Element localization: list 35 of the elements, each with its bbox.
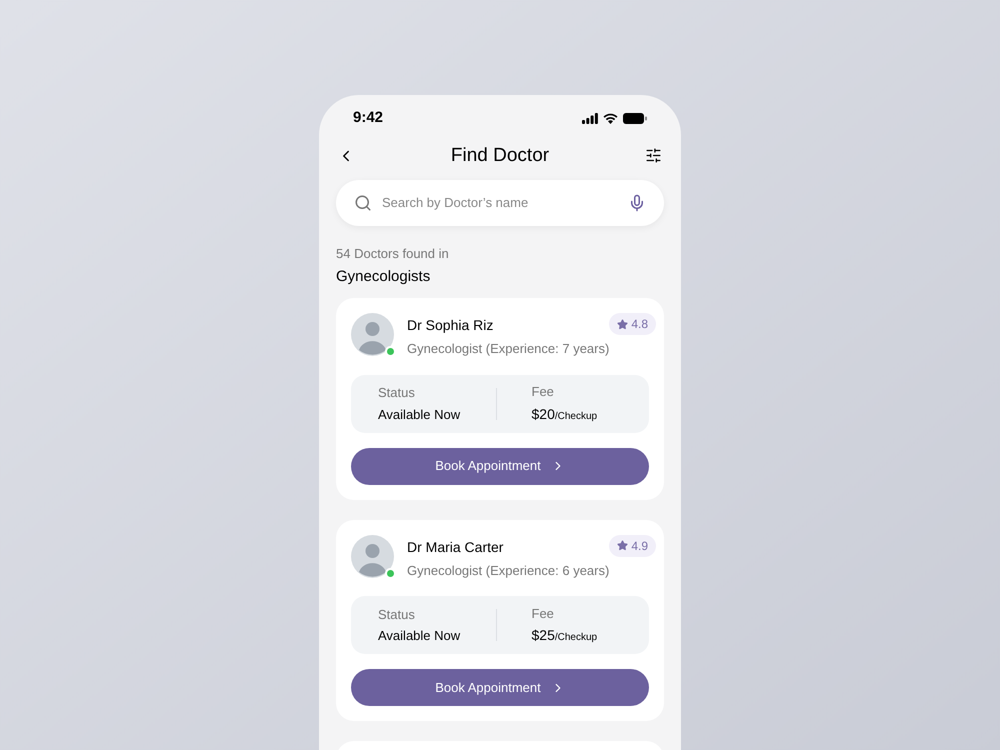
- avatar: [351, 534, 394, 578]
- signal-icon: [582, 112, 598, 124]
- star-icon: [617, 318, 628, 330]
- avatar: [351, 313, 394, 356]
- doctor-name: Dr Maria Carter: [407, 538, 504, 556]
- fee-unit: /Checkup: [554, 410, 598, 424]
- doctor-name: Dr Sophia Riz: [407, 316, 494, 335]
- search-bar[interactable]: Search by Doctor’s name: [336, 180, 664, 226]
- status-label: Status: [378, 384, 416, 402]
- search-field[interactable]: Search by Doctor’s name: [382, 193, 618, 213]
- search-icon: [354, 194, 372, 212]
- filter-button[interactable]: [644, 146, 663, 165]
- category-title: Gynecologists: [336, 266, 432, 286]
- filter-icon: [645, 147, 662, 164]
- page-title: Find Doctor: [450, 144, 550, 168]
- fee-price: $20: [532, 404, 555, 424]
- status-value: Available Now: [378, 406, 462, 424]
- book-appointment-button[interactable]: Book Appointment: [351, 448, 649, 484]
- rating-badge: 4.9: [609, 534, 656, 556]
- doctor-specialty: Gynecologist (Experience: 7 years): [407, 340, 610, 358]
- status-value: Available Now: [378, 627, 462, 645]
- battery-icon: [623, 112, 647, 124]
- fee-price: $25: [532, 626, 555, 646]
- book-appointment-button[interactable]: Book Appointment: [351, 669, 649, 706]
- status-label: Status: [378, 606, 416, 624]
- results-count: 54 Doctors found in: [336, 245, 450, 263]
- star-icon: [617, 540, 628, 551]
- status-time: 9:42: [353, 108, 384, 128]
- wifi-icon: [603, 112, 618, 124]
- microphone-icon[interactable]: [628, 194, 646, 212]
- doctor-specialty: Gynecologist (Experience: 6 years): [407, 562, 610, 580]
- rating-badge: 4.8: [609, 313, 656, 335]
- fee-label: Fee: [532, 383, 555, 402]
- fee-unit: /Checkup: [554, 631, 598, 646]
- fee-label: Fee: [532, 604, 555, 623]
